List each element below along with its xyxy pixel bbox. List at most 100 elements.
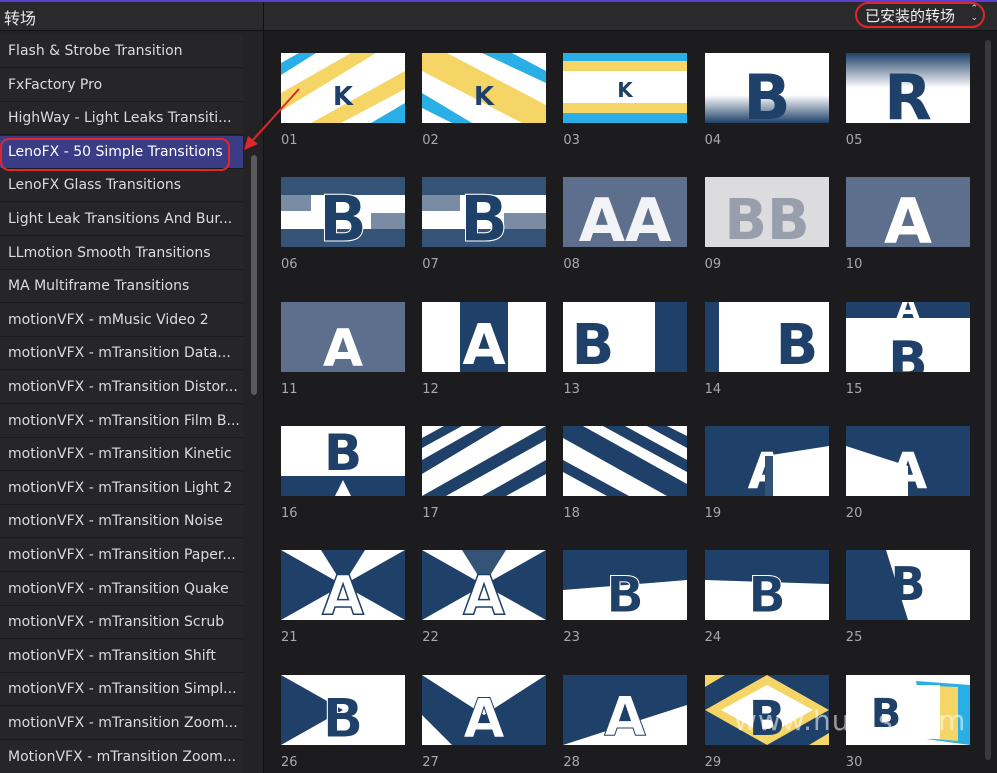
transition-thumbnail[interactable]: A	[845, 425, 970, 496]
sidebar-item[interactable]: motionVFX - mTransition Kinetic	[0, 438, 243, 472]
transition-thumbnail[interactable]: B	[704, 301, 829, 372]
transition-thumbnail[interactable]: K	[563, 53, 688, 123]
grid-scrollbar[interactable]	[985, 40, 991, 760]
thumbnail-preview-icon: B	[281, 177, 405, 248]
transition-thumbnail[interactable]: B	[704, 550, 829, 621]
sidebar-item[interactable]: motionVFX - mTransition Scrub	[0, 606, 243, 640]
transition-thumbnail[interactable]: B	[281, 177, 405, 248]
thumbnail-label: 28	[563, 754, 580, 770]
thumbnail-preview-icon: B	[704, 301, 829, 372]
sidebar-item[interactable]: MotionVFX - mTransition Zoom...	[0, 740, 243, 773]
transition-thumbnail[interactable]: B	[845, 550, 970, 621]
sidebar-item[interactable]: motionVFX - mTransition Paper...	[0, 539, 243, 572]
svg-text:B: B	[775, 313, 818, 372]
thumbnail-preview-icon: BA	[845, 301, 970, 372]
transition-thumbnail[interactable]	[563, 425, 688, 496]
sidebar-item[interactable]: LLmotion Smooth Transitions	[0, 236, 243, 270]
sidebar-item[interactable]: MA Multiframe Transitions	[0, 270, 243, 304]
thumbnail-label: 14	[704, 381, 722, 397]
watermark: www.hunls.com	[734, 704, 967, 737]
thumbnail-label: 09	[704, 257, 722, 273]
transition-thumbnail[interactable]: A	[281, 301, 405, 372]
transition-thumbnail[interactable]: B	[563, 301, 688, 372]
transition-thumbnail[interactable]: R	[845, 53, 970, 123]
thumbnail-label: 13	[563, 381, 580, 397]
browser-header: 转场	[0, 2, 997, 31]
sidebar-item[interactable]: motionVFX - mTransition Film B...	[0, 404, 243, 438]
transition-thumbnail[interactable]: B	[281, 674, 405, 745]
svg-text:B: B	[319, 183, 368, 247]
svg-text:K: K	[618, 78, 635, 102]
sidebar-item[interactable]: motionVFX - mMusic Video 2	[0, 303, 243, 337]
transition-thumbnail[interactable]: A	[704, 425, 829, 496]
svg-text:AA: AA	[579, 186, 672, 247]
sidebar-item[interactable]: Light Leak Transitions And Bur...	[0, 203, 243, 236]
transition-thumbnail[interactable]: BA	[845, 301, 970, 372]
thumbnail-preview-icon: B	[281, 674, 405, 745]
svg-text:B: B	[888, 331, 928, 372]
transition-thumbnail[interactable]: B	[422, 177, 547, 248]
thumbnail-label: 27	[422, 754, 439, 770]
svg-text:A: A	[604, 685, 646, 745]
thumbnail-preview-icon	[563, 425, 688, 496]
transition-thumbnail[interactable]: K	[422, 53, 547, 123]
transition-thumbnail[interactable]: BB	[704, 177, 829, 248]
transition-thumbnail[interactable]: A	[281, 550, 405, 621]
sidebar-item[interactable]: motionVFX - mTransition Light 2	[0, 471, 243, 505]
thumbnail-preview-icon: R	[845, 53, 970, 123]
thumbnail-preview-icon: B	[281, 425, 405, 496]
thumbnail-label: 08	[563, 257, 580, 273]
sidebar-item[interactable]: motionVFX - mTransition Noise	[0, 505, 243, 539]
transition-thumbnail[interactable]: K	[281, 53, 405, 123]
thumbnail-preview-icon: B	[422, 177, 547, 248]
svg-text:K: K	[474, 82, 495, 112]
transition-thumbnail[interactable]: A	[845, 177, 970, 248]
sidebar-item[interactable]: LenoFX - 50 Simple Transitions	[0, 135, 243, 169]
thumbnail-label: 22	[422, 630, 439, 646]
transition-thumbnail[interactable]	[422, 425, 547, 496]
transition-thumbnail[interactable]: A	[422, 550, 547, 621]
thumbnail-preview-icon: A	[563, 674, 688, 745]
svg-text:B: B	[890, 557, 925, 611]
transition-thumbnail[interactable]: AA	[563, 177, 688, 248]
transition-thumbnail[interactable]: B	[563, 550, 688, 621]
sidebar-item[interactable]: motionVFX - mTransition Quake	[0, 572, 243, 606]
thumbnail-label: 24	[704, 630, 722, 646]
transition-thumbnail[interactable]: B	[704, 53, 829, 123]
svg-text:A: A	[888, 442, 927, 496]
thumbnail-label: 15	[845, 381, 863, 397]
transition-thumbnail[interactable]: A	[422, 301, 547, 372]
sidebar-item[interactable]: FxFactory Pro	[0, 68, 243, 102]
sidebar-item[interactable]: LenoFX Glass Transitions	[0, 169, 243, 203]
transition-thumbnail[interactable]: A	[563, 674, 688, 745]
thumbnail-preview-icon: A	[422, 550, 547, 621]
thumbnail-label: 16	[281, 505, 298, 521]
svg-text:R: R	[884, 61, 932, 123]
thumbnail-preview-icon: K	[422, 53, 547, 123]
svg-text:BB: BB	[724, 188, 809, 247]
sidebar-item[interactable]: motionVFX - mTransition Data...	[0, 337, 243, 371]
sidebar-item[interactable]: Flash & Strobe Transition	[0, 35, 243, 68]
thumbnail-preview-icon: A	[845, 177, 970, 248]
sidebar-item[interactable]: HighWay - Light Leaks Transiti...	[0, 102, 243, 136]
thumbnail-label: 01	[281, 133, 298, 148]
installed-transitions-popup[interactable]: 已安装的转场 ⌃ ⌄	[855, 2, 985, 28]
transition-thumbnail[interactable]: A	[422, 674, 547, 745]
svg-text:B: B	[324, 426, 362, 482]
thumbnail-preview-icon: B	[563, 301, 688, 372]
thumbnail-preview-icon: B	[563, 550, 688, 621]
thumbnail-label: 05	[845, 133, 863, 148]
sidebar-item[interactable]: motionVFX - mTransition Distor...	[0, 371, 243, 404]
svg-text:B: B	[606, 566, 644, 620]
thumbnail-preview-icon: A	[422, 674, 547, 745]
sidebar-item[interactable]: motionVFX - mTransition Zoom...	[0, 707, 243, 740]
transition-thumbnail[interactable]: B	[281, 425, 405, 496]
sidebar-scrollbar[interactable]	[251, 155, 257, 395]
thumbnail-label: 10	[845, 257, 863, 273]
thumbnail-preview-icon: K	[563, 53, 688, 123]
thumbnail-preview-icon: B	[704, 550, 829, 621]
thumbnail-label: 04	[704, 133, 722, 148]
thumbnail-preview-icon: B	[845, 550, 970, 621]
sidebar-item[interactable]: motionVFX - mTransition Shift	[0, 639, 243, 673]
sidebar-item[interactable]: motionVFX - mTransition Simpl...	[0, 673, 243, 707]
